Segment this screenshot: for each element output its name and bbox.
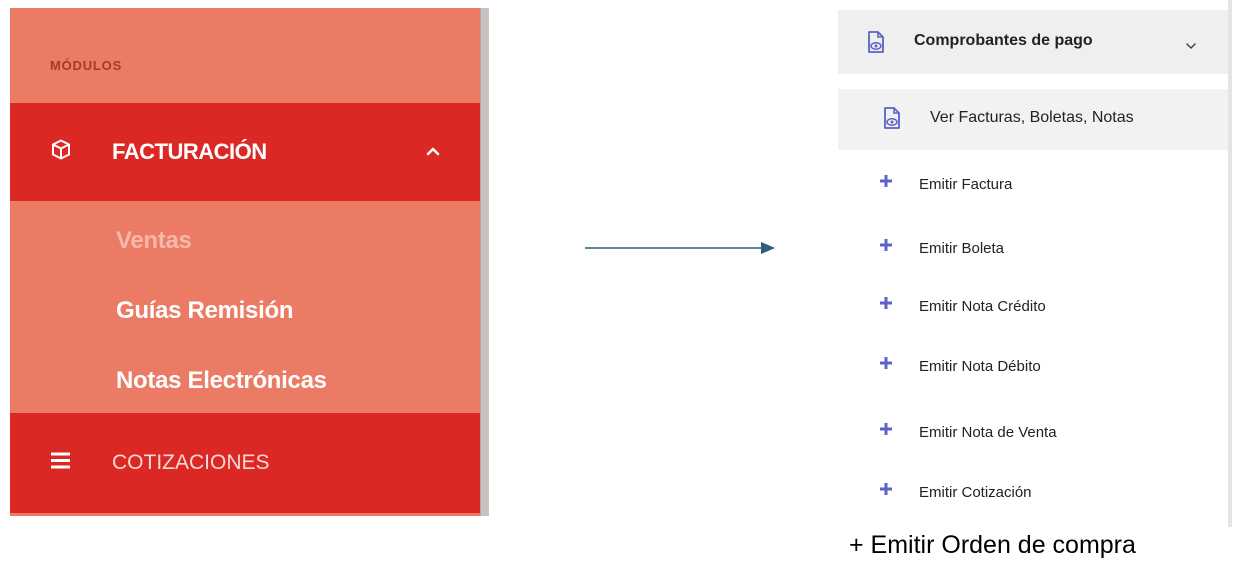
left-sidebar: MÓDULOS FACTURACIÓN Ventas Guías Remisió… <box>10 8 489 516</box>
scrollbar[interactable] <box>1228 0 1232 527</box>
menu-item-cotizaciones[interactable]: COTIZACIONES <box>10 413 480 513</box>
arrow-icon <box>585 242 775 254</box>
menu-item-label: Emitir Nota Débito <box>919 358 1041 375</box>
menu-item-label: Emitir Nota de Venta <box>919 424 1057 441</box>
submenu-item-guias-remision[interactable]: Guías Remisión <box>116 297 293 325</box>
menu-item-label: Emitir Factura <box>919 176 1013 193</box>
chevron-up-icon[interactable] <box>426 143 440 161</box>
plus-icon <box>879 356 893 375</box>
menu-item-emitir-nota-de-venta[interactable]: Emitir Nota de Venta <box>838 412 1230 452</box>
scrollbar[interactable] <box>480 8 489 516</box>
plus-icon <box>879 238 893 257</box>
menu-item-label: Emitir Cotización <box>919 484 1032 501</box>
menu-item-facturacion[interactable]: FACTURACIÓN <box>10 103 480 201</box>
submenu-item-notas-electronicas[interactable]: Notas Electrónicas <box>116 367 327 395</box>
menu-item-label: FACTURACIÓN <box>112 139 267 164</box>
annotation-emitir-orden-de-compra: + Emitir Orden de compra <box>849 531 1136 559</box>
menu-item-comprobantes-de-pago[interactable]: Comprobantes de pago <box>838 10 1230 74</box>
menu-item-label: Comprobantes de pago <box>914 32 1093 49</box>
section-label-modulos: MÓDULOS <box>50 58 123 73</box>
cube-icon <box>50 139 72 166</box>
plus-icon <box>879 174 893 193</box>
menu-item-emitir-nota-credito[interactable]: Emitir Nota Crédito <box>838 286 1230 326</box>
menu-item-emitir-factura[interactable]: Emitir Factura <box>838 164 1230 204</box>
menu-item-emitir-cotizacion[interactable]: Emitir Cotización <box>838 472 1230 512</box>
document-eye-icon <box>882 107 902 134</box>
menu-item-ver-facturas[interactable]: Ver Facturas, Boletas, Notas <box>838 89 1230 150</box>
plus-icon <box>879 422 893 441</box>
menu-lines-icon <box>50 451 72 476</box>
menu-item-emitir-boleta[interactable]: Emitir Boleta <box>838 228 1230 268</box>
document-eye-icon <box>866 31 886 58</box>
menu-item-label: COTIZACIONES <box>112 451 270 474</box>
submenu-item-ventas[interactable]: Ventas <box>116 227 192 255</box>
plus-icon <box>879 296 893 315</box>
plus-icon <box>879 482 893 501</box>
chevron-down-icon[interactable] <box>1185 37 1197 55</box>
menu-item-label: Emitir Nota Crédito <box>919 298 1046 315</box>
right-menu: Comprobantes de pago Ver Facturas, Bolet… <box>838 0 1230 527</box>
menu-item-label: Emitir Boleta <box>919 240 1005 257</box>
menu-item-emitir-nota-debito[interactable]: Emitir Nota Débito <box>838 346 1230 386</box>
menu-item-label: Ver Facturas, Boletas, Notas <box>930 109 1134 126</box>
